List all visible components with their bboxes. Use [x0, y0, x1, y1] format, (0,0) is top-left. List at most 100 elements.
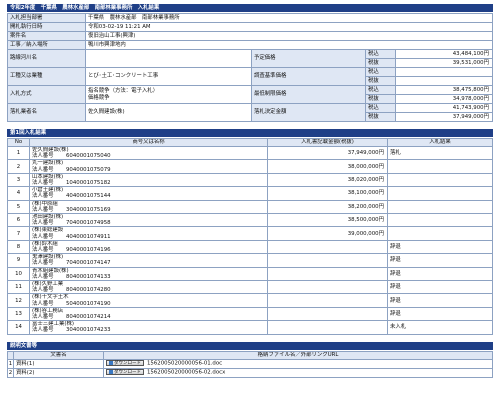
corp-number-line: 法人番号 1040001075182	[32, 180, 265, 186]
doc-file-name[interactable]: 1562005020000056-02.docx	[147, 370, 225, 376]
price-tax-1-1: 税抜	[365, 76, 396, 86]
company-block: (株)鈴木組 法人番号 9040001074196	[32, 241, 265, 253]
row-no: 9	[7, 253, 30, 268]
corp-number-line: 法人番号 4040001075144	[32, 193, 265, 199]
corp-number: 1040001075182	[66, 180, 111, 187]
download-button-label: ダウンロード	[114, 369, 141, 375]
price-value-0-0: 43,484,100円	[395, 49, 493, 59]
company-block: (株)谷工務店 法人番号 8040001074214	[32, 308, 265, 319]
page-title: 令和2年度 千葉県 農林水産部 南部林業事務所 入札結果	[10, 4, 160, 11]
corp-number-line: 法人番号 5040001074190	[32, 301, 265, 307]
row-no: 11	[7, 280, 30, 295]
corp-number: 9040001074196	[66, 247, 111, 254]
corp-number-label: 法人番号	[32, 193, 54, 200]
row-company: (株)十文字土木 法人番号 5040001074190	[29, 293, 268, 308]
docs-title-bar: 説明文書等	[7, 341, 493, 350]
header-title-bar: 令和2年度 千葉県 農林水産部 南部林業事務所 入札結果	[7, 4, 493, 12]
download-button[interactable]: ダウンロード	[106, 369, 144, 376]
price-label-1: 調査基準価格	[251, 67, 366, 86]
company-block: (株)東総建設 法人番号 4040001074911	[32, 228, 265, 240]
row-result: 辞退	[387, 280, 493, 295]
company-block: 佐久間建設(株) 法人番号 6040001075040	[32, 148, 265, 160]
company-block: 富士三建工業(株) 法人番号 3040001074233	[32, 322, 265, 333]
row-result: 未入札	[387, 320, 493, 335]
info-table: 入札担当部署 千葉県 農林水産部 南部林業事務所 開札執行日時 令和03-02-…	[7, 13, 493, 122]
table-row: 5 (株)中原組 法人番号 3040001075169 38,200,000円	[7, 199, 493, 215]
table-row: 9 鬼澤建設(株) 法人番号 7040001074147 辞退	[7, 253, 493, 268]
row-company: 青木組建設(株) 法人番号 8040001074133	[29, 266, 268, 282]
results-table: No 商号又は名称 入札書記載金額(税抜) 入札結果 1 佐久間建設(株) 法人番号…	[7, 138, 493, 335]
row-result: 辞退	[387, 306, 493, 322]
row-amount	[267, 306, 388, 322]
row-no: 5	[7, 199, 30, 215]
corp-number-line: 法人番号 3040001074233	[32, 327, 265, 333]
row-company: 池田建設(株) 法人番号 7040001074958	[29, 213, 268, 228]
row-amount	[267, 320, 388, 335]
table-row: 10 青木組建設(株) 法人番号 8040001074133 辞退	[7, 266, 493, 282]
corp-number-line: 法人番号 4040001074911	[32, 234, 265, 240]
results-title-bar: 第1回入札結果	[7, 129, 493, 137]
corp-number-label: 法人番号	[32, 153, 54, 160]
row-amount	[267, 293, 388, 308]
price-label-0: 予定価格	[251, 49, 366, 68]
corp-number: 4040001075144	[66, 193, 111, 200]
corp-number-label: 法人番号	[32, 247, 54, 254]
corp-number: 6040001075040	[66, 153, 111, 160]
row-result	[387, 172, 493, 188]
download-icon	[109, 370, 113, 375]
company-block: 鬼澤建設(株) 法人番号 7040001074147	[32, 255, 265, 267]
download-icon	[109, 361, 113, 366]
price-tax-3-0: 税込	[365, 103, 396, 113]
datetime-value: 令和03-02-19 11:21 AM	[85, 22, 493, 32]
corp-number: 8040001074280	[66, 287, 111, 294]
row-company: 鬼澤建設(株) 法人番号 7040001074147	[29, 253, 268, 268]
download-button[interactable]: ダウンロード	[106, 360, 144, 367]
corp-number-label: 法人番号	[32, 233, 54, 240]
page: 令和2年度 千葉県 農林水産部 南部林業事務所 入札結果 入札担当部署 千葉県 …	[0, 0, 500, 414]
row-company: 小倉土建(株) 法人番号 4040001075144	[29, 186, 268, 201]
col-amount: 入札書記載金額(税抜)	[267, 138, 388, 147]
price-label-2: 最低制限価格	[251, 85, 366, 104]
type-label: 工種又は業種	[7, 67, 86, 86]
method-value-2: 価格競争	[88, 94, 110, 101]
corp-number-label: 法人番号	[32, 180, 54, 187]
corp-number: 8040001074133	[66, 273, 111, 280]
row-no: 12	[7, 293, 30, 308]
row-amount: 38,100,000円	[267, 186, 388, 201]
price-value-1-0	[395, 67, 493, 77]
corp-number-line: 法人番号 9040001075079	[32, 167, 265, 173]
row-company: (株)久野工業 法人番号 8040001074280	[29, 280, 268, 295]
company-block: 青木組建設(株) 法人番号 8040001074133	[32, 268, 265, 280]
row-amount: 38,500,000円	[267, 213, 388, 228]
datetime-label: 開札執行日時	[7, 22, 86, 32]
corp-number: 4040001074911	[66, 233, 111, 240]
row-no: 7	[7, 226, 30, 241]
doc-name: 資料(2)	[13, 367, 104, 378]
company-block: (株)中原組 法人番号 3040001075169	[32, 201, 265, 212]
corp-number: 7040001074147	[66, 260, 111, 267]
place-label: 工事／納入場所	[7, 40, 86, 50]
row-no: 8	[7, 239, 30, 255]
col-result: 入札結果	[387, 138, 493, 147]
row-no: 3	[7, 172, 30, 188]
office-value: 千葉県 農林水産部 南部林業事務所	[85, 13, 493, 23]
table-row: 6 池田建設(株) 法人番号 7040001074958 38,500,000円	[7, 213, 493, 228]
doc-file-cell: ダウンロード 1562005020000056-02.docx	[103, 367, 493, 378]
row-result: 落札	[387, 145, 493, 161]
download-button-label: ダウンロード	[114, 360, 141, 366]
corp-number: 7040001074958	[66, 220, 111, 227]
price-tax-2-1: 税抜	[365, 94, 396, 104]
table-row: 3 山本建設(株) 法人番号 1040001075182 38,020,000円	[7, 172, 493, 188]
company-block: (株)久野工業 法人番号 8040001074280	[32, 282, 265, 294]
docs-title: 説明文書等	[10, 342, 37, 349]
corp-number-label: 法人番号	[32, 327, 54, 334]
row-company: (株)谷工務店 法人番号 8040001074214	[29, 306, 268, 322]
row-amount: 39,000,000円	[267, 226, 388, 241]
price-value-0-1: 39,531,000円	[395, 58, 493, 68]
price-tax-3-1: 税抜	[365, 112, 396, 122]
doc-file-name[interactable]: 1562005020000056-01.doc	[147, 361, 222, 367]
row-company: 山本建設(株) 法人番号 1040001075182	[29, 172, 268, 188]
row-company: (株)鈴木組 法人番号 9040001074196	[29, 239, 268, 255]
row-result: 辞退	[387, 293, 493, 308]
corp-number-line: 法人番号 9040001074196	[32, 247, 265, 253]
